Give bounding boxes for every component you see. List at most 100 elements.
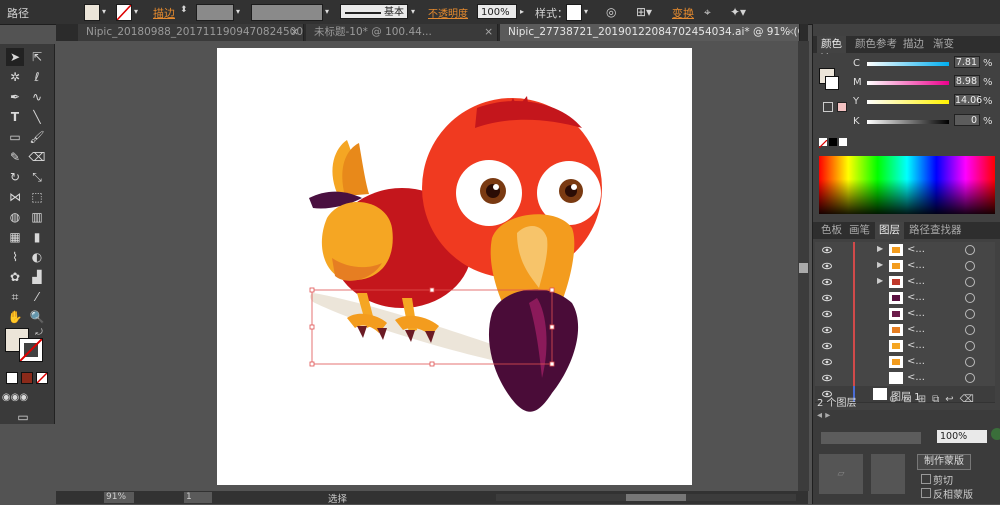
artboard-tool-icon[interactable]: ⌗ [6,288,24,306]
target-circle-icon[interactable] [965,293,975,303]
eye-icon[interactable] [822,341,832,351]
layer-actions-icons[interactable]: ⊙⊡⊞⧉↩⌫ [889,394,980,405]
style-dropdown-icon[interactable]: ▾ [581,4,591,19]
tab-document-3[interactable]: Nipic_27738721_20190122084702454034.ai* … [500,24,800,41]
vertical-scrollbar[interactable] [798,41,809,491]
tab-document-1[interactable]: Nipic_20180988_20171119094708245000.ai* × [78,24,304,41]
opacity-label[interactable]: 不透明度 [428,5,468,20]
magenta-value-field[interactable]: 8.98 [954,75,980,87]
recolor-icon[interactable]: ◎ [606,5,616,19]
opacity-dropdown-icon[interactable]: ▸ [517,4,527,19]
gradient-mode-icon[interactable] [21,372,33,384]
gamut-swatch[interactable] [837,102,847,112]
target-circle-icon[interactable] [965,373,975,383]
style-swatch[interactable] [566,4,582,21]
color-mode-icon[interactable] [6,372,18,384]
symbol-sprayer-icon[interactable]: ✿ [6,268,24,286]
out-of-gamut-icon[interactable] [823,102,833,112]
artboard-number-field[interactable]: 1 [184,492,212,503]
scrollbar-thumb[interactable] [799,263,808,273]
expand-arrow-icon[interactable]: ▶ [877,276,883,285]
transform-label[interactable]: 变换 [672,5,694,21]
eyedropper-icon[interactable]: ⌇ [6,248,24,266]
arrange-icon[interactable]: ✦▾ [730,5,746,19]
stroke-dropdown-icon[interactable]: ▾ [131,4,141,19]
none-mode-icon[interactable] [36,372,48,384]
eye-icon[interactable] [822,357,832,367]
target-circle-icon[interactable] [965,261,975,271]
layer-row[interactable]: <... [815,306,995,323]
eye-icon[interactable] [822,293,832,303]
shape-builder-icon[interactable]: ◍ [6,208,24,226]
gradient-tool-icon[interactable]: ▮ [28,228,46,246]
zoom-field[interactable]: 91% [104,492,134,503]
layer-row[interactable]: <... [815,354,995,371]
tab-brushes[interactable]: 画笔 [845,222,874,239]
isolate-icon[interactable]: ⌖ [704,5,711,20]
layer-row[interactable]: ▶ <... [815,258,995,275]
variable-width-field[interactable] [251,4,323,21]
rectangle-tool-icon[interactable]: ▭ [6,128,24,146]
color-spectrum[interactable] [819,156,995,214]
cyan-value-field[interactable]: 7.81 [954,56,980,68]
tab-color-guide[interactable]: 颜色参考 [851,36,901,53]
cyan-slider[interactable] [867,62,949,66]
target-circle-icon[interactable] [965,309,975,319]
lasso-icon[interactable]: ℓ [28,68,46,86]
pencil-tool-icon[interactable]: ✎ [6,148,24,166]
selection-tool-icon[interactable]: ➤ [6,48,24,66]
black-value-field[interactable]: 0 [954,114,980,126]
invert-mask-checkbox[interactable] [921,488,931,498]
layer-row[interactable]: <... [815,338,995,355]
rotate-tool-icon[interactable]: ↻ [6,168,24,186]
magic-wand-icon[interactable]: ✲ [6,68,24,86]
tab-color[interactable]: 颜色 [817,36,846,53]
paintbrush-icon[interactable]: 🖌 [28,128,46,146]
swap-colors-icon[interactable]: ⤾ [30,324,48,342]
target-circle-icon[interactable] [965,341,975,351]
expand-arrow-icon[interactable]: ▶ [877,244,883,253]
transparency-tab-icon[interactable]: ◂ ▸ [817,410,830,421]
tab-pathfinder[interactable]: 路径查找器 [905,222,966,239]
tab-gradient[interactable]: 渐变 [929,36,958,53]
free-transform-icon[interactable]: ⬚ [28,188,46,206]
curvature-tool-icon[interactable]: ∿ [28,88,46,106]
layer-row[interactable]: <... [815,290,995,307]
close-icon[interactable]: × [786,24,795,41]
transparency-opacity-field[interactable]: 100% [937,430,987,443]
eye-icon[interactable] [822,325,832,335]
layer-row[interactable]: <... [815,322,995,339]
yellow-value-field[interactable]: 14.06 [954,94,982,106]
target-circle-icon[interactable] [965,245,975,255]
target-circle-icon[interactable] [965,277,975,287]
eye-icon[interactable] [822,309,832,319]
tab-stroke[interactable]: 描边 [899,36,928,53]
perspective-grid-icon[interactable]: ▥ [28,208,46,226]
pen-tool-icon[interactable]: ✒ [6,88,24,106]
draw-mode-icon[interactable]: ◉◉◉ [2,388,28,406]
opacity-field[interactable]: 100% [477,4,517,19]
mesh-tool-icon[interactable]: ▦ [6,228,24,246]
yellow-slider[interactable] [867,100,949,104]
scale-tool-icon[interactable]: ⤡ [28,168,46,186]
none-swatch[interactable] [818,138,828,149]
tab-layers[interactable]: 图层 [875,222,904,239]
screen-mode-icon[interactable]: ▭ [14,408,32,426]
horizontal-scrollbar[interactable] [496,494,796,501]
width-tool-icon[interactable]: ⋈ [6,188,24,206]
scrollbar-thumb[interactable] [626,494,686,501]
eye-icon[interactable] [822,261,832,271]
eye-icon[interactable] [822,277,832,287]
black-slider[interactable] [867,120,949,124]
blend-tool-icon[interactable]: ◐ [28,248,46,266]
brush-dropdown-icon[interactable]: ▾ [408,4,418,19]
layer-row[interactable]: ▶ <... [815,242,995,259]
expand-arrow-icon[interactable]: ▶ [877,260,883,269]
eye-icon[interactable] [822,373,832,383]
magenta-slider[interactable] [867,81,949,85]
stroke-weight-field[interactable] [196,4,234,21]
tab-swatches[interactable]: 色板 [817,222,846,239]
clip-checkbox[interactable] [921,474,931,484]
tab-document-2[interactable]: 未标题-10* @ 100.44... × [306,24,498,41]
blend-mode-select[interactable] [821,432,921,444]
